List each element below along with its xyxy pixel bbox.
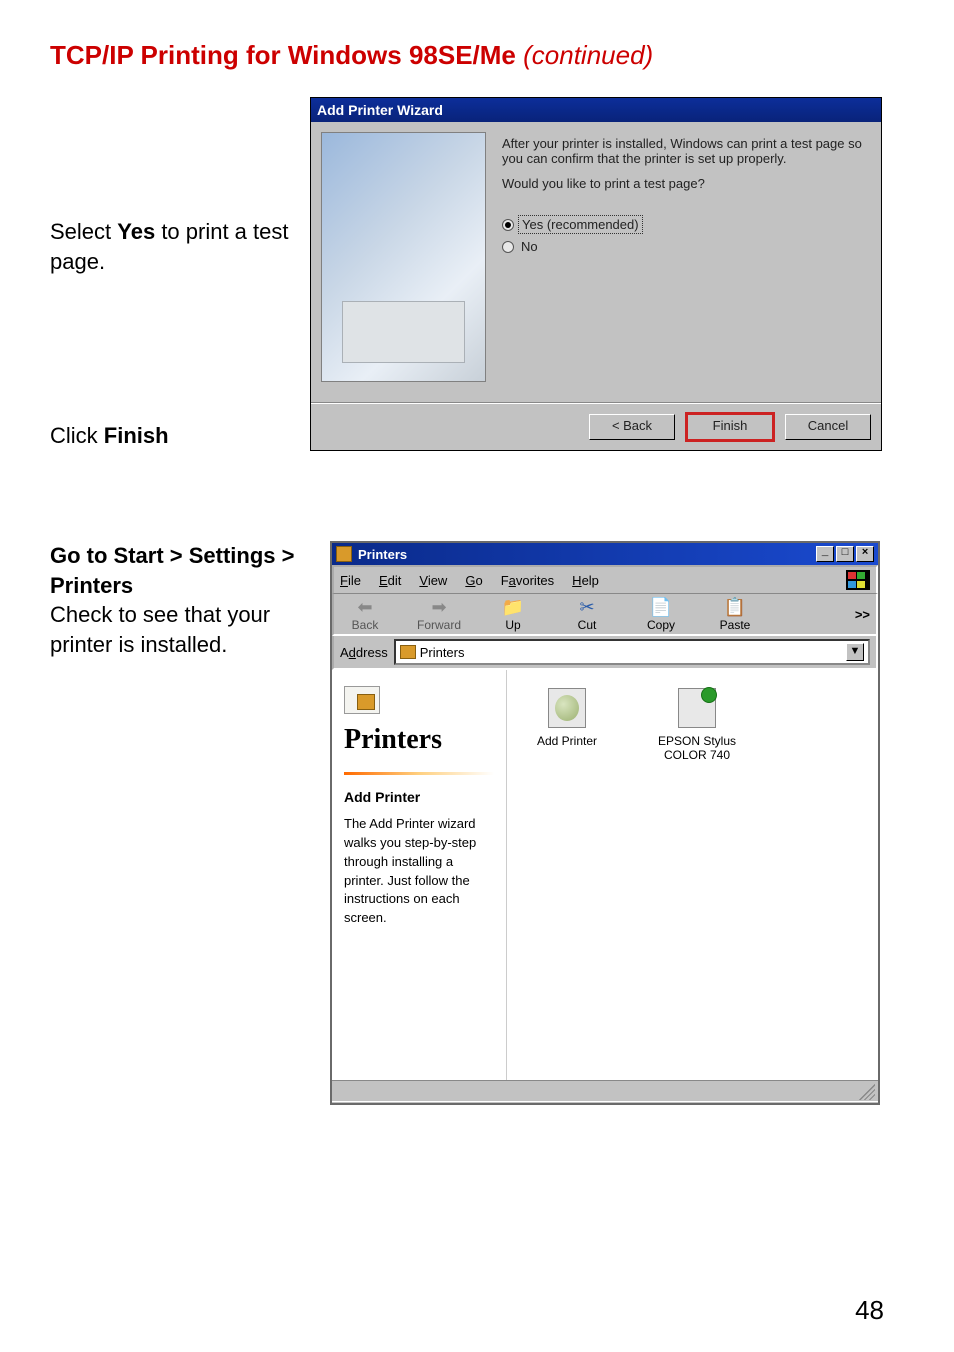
add-printer-wizard-dialog: Add Printer Wizard After your printer is… xyxy=(310,97,882,451)
side-heading: Printers xyxy=(344,724,494,756)
radio-dot-icon xyxy=(502,241,514,253)
finish-button[interactable]: Finish xyxy=(687,414,773,440)
title-suffix: (continued) xyxy=(516,40,653,70)
item-label: Add Printer xyxy=(537,734,597,748)
menu-help[interactable]: Help xyxy=(572,573,599,588)
add-printer-icon xyxy=(548,688,586,728)
dropdown-icon[interactable]: ▼ xyxy=(846,643,864,661)
forward-arrow-icon: ➡ xyxy=(427,596,451,618)
item-add-printer[interactable]: Add Printer xyxy=(517,688,617,748)
cancel-button[interactable]: Cancel xyxy=(785,414,871,440)
instruction-step-3: Go to Start > Settings > Printers Check … xyxy=(50,541,330,660)
address-field[interactable]: Printers ▼ xyxy=(394,639,870,665)
status-bar xyxy=(332,1080,878,1102)
menu-edit[interactable]: Edit xyxy=(379,573,401,588)
title-main: TCP/IP Printing for Windows 98SE/Me xyxy=(50,40,516,70)
copy-icon: 📄 xyxy=(649,596,673,618)
tool-back: ⬅ Back xyxy=(340,596,390,632)
side-description: The Add Printer wizard walks you step-by… xyxy=(344,815,494,928)
explorer-side-panel: Printers Add Printer The Add Printer wiz… xyxy=(332,670,507,1080)
minimize-button[interactable]: _ xyxy=(816,546,834,562)
wizard-titlebar: Add Printer Wizard xyxy=(311,98,881,122)
wizard-text-1: After your printer is installed, Windows… xyxy=(502,136,871,166)
explorer-content: Add Printer EPSON Stylus COLOR 740 xyxy=(507,670,878,1080)
tool-up[interactable]: 📁 Up xyxy=(488,596,538,632)
menu-go[interactable]: Go xyxy=(465,573,482,588)
explorer-title-text: Printers xyxy=(358,547,407,562)
radio-yes-label: Yes (recommended) xyxy=(518,215,643,234)
radio-no-label: No xyxy=(518,238,541,255)
menu-file[interactable]: File xyxy=(340,573,361,588)
tool-paste[interactable]: 📋 Paste xyxy=(710,596,760,632)
radio-yes[interactable]: Yes (recommended) xyxy=(502,215,871,234)
radio-no[interactable]: No xyxy=(502,238,871,255)
tool-forward: ➡ Forward xyxy=(414,596,464,632)
instruction-step-2: Click Finish xyxy=(50,276,310,451)
toolbar-overflow[interactable]: >> xyxy=(855,607,870,622)
address-label: Address xyxy=(340,645,388,660)
radio-dot-icon xyxy=(502,219,514,231)
tool-copy[interactable]: 📄 Copy xyxy=(636,596,686,632)
scissors-icon: ✂ xyxy=(575,596,599,618)
item-epson-printer[interactable]: EPSON Stylus COLOR 740 xyxy=(647,688,747,762)
folder-icon xyxy=(400,645,416,659)
menu-favorites[interactable]: Favorites xyxy=(501,573,554,588)
menu-bar: File Edit View Go Favorites Help xyxy=(332,565,878,594)
menu-view[interactable]: View xyxy=(419,573,447,588)
back-button[interactable]: < Back xyxy=(589,414,675,440)
wizard-illustration xyxy=(321,132,486,382)
tool-cut[interactable]: ✂ Cut xyxy=(562,596,612,632)
address-value: Printers xyxy=(420,645,465,660)
page-title: TCP/IP Printing for Windows 98SE/Me (con… xyxy=(50,40,904,71)
up-folder-icon: 📁 xyxy=(501,596,525,618)
wizard-text-2: Would you like to print a test page? xyxy=(502,176,871,191)
printers-folder-icon xyxy=(344,686,380,714)
maximize-button[interactable]: □ xyxy=(836,546,854,562)
printers-explorer-window: Printers _ □ × File Edit View Go Favorit… xyxy=(330,541,880,1105)
close-button[interactable]: × xyxy=(856,546,874,562)
back-arrow-icon: ⬅ xyxy=(353,596,377,618)
side-subheading: Add Printer xyxy=(344,789,494,805)
folder-icon xyxy=(336,546,352,562)
windows-logo-icon xyxy=(846,570,870,590)
page-number: 48 xyxy=(855,1295,884,1326)
printer-icon xyxy=(678,688,716,728)
resize-grip-icon[interactable] xyxy=(859,1084,875,1100)
paste-icon: 📋 xyxy=(723,596,747,618)
toolbar: ⬅ Back ➡ Forward 📁 Up ✂ Cut 📄 Copy xyxy=(332,594,878,636)
explorer-titlebar: Printers _ □ × xyxy=(332,543,878,565)
instruction-step-1: Select Yes to print a test page. xyxy=(50,97,310,276)
address-bar: Address Printers ▼ xyxy=(332,636,878,670)
item-label: EPSON Stylus COLOR 740 xyxy=(647,734,747,762)
